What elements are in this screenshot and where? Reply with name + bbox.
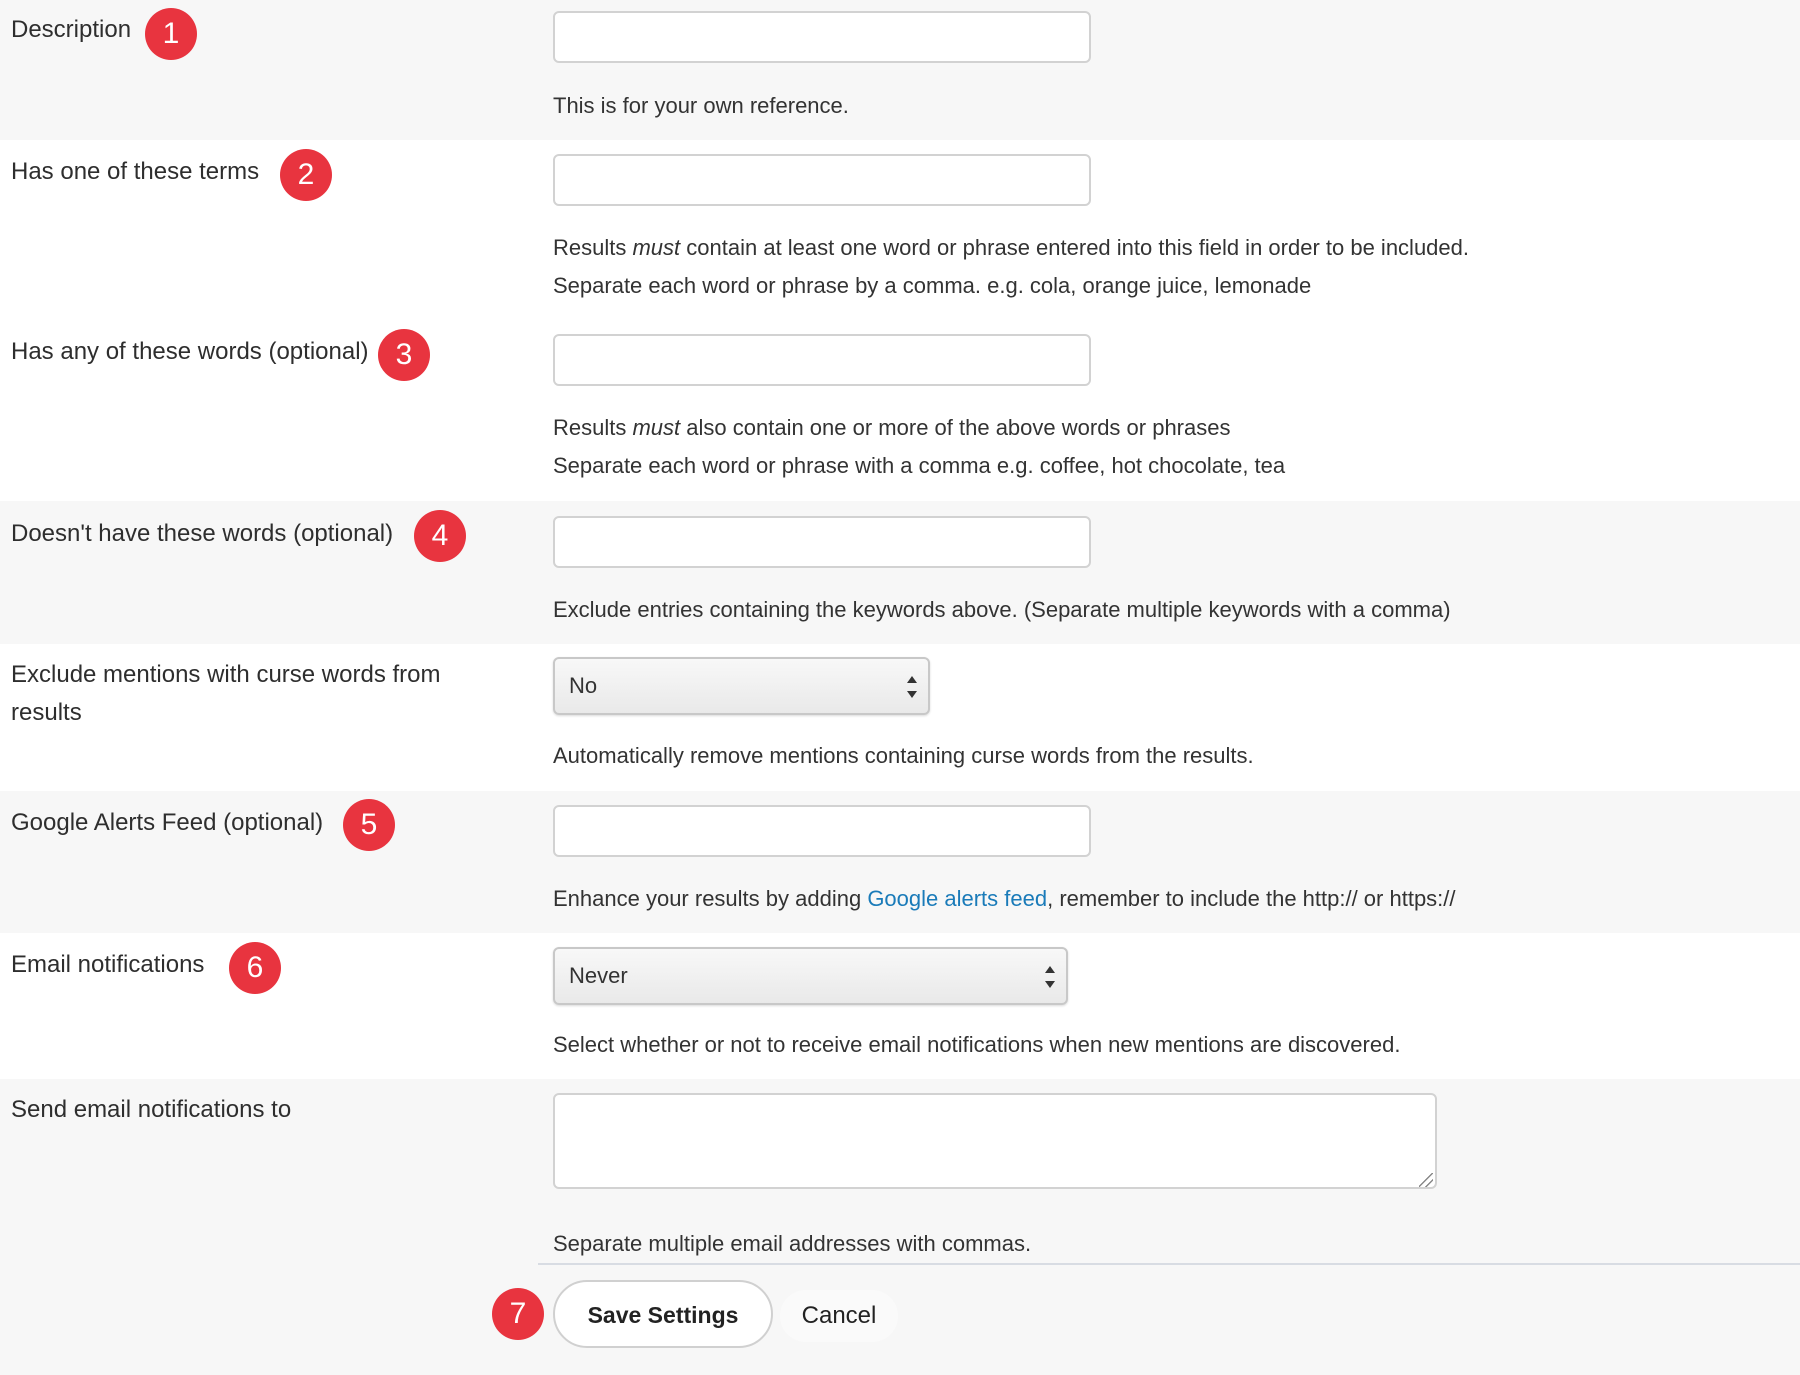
help-text: also contain one or more of the above wo… [680, 415, 1230, 440]
exclude-curse-select[interactable]: No [553, 657, 930, 715]
email-notifications-select[interactable]: Never [553, 947, 1068, 1005]
help-text: Results [553, 415, 632, 440]
actions-divider [538, 1263, 1800, 1265]
step-badge-1: 1 [145, 8, 197, 60]
has-any-words-input[interactable] [553, 334, 1091, 386]
description-label: Description [11, 11, 131, 49]
row-has-any-words: Has any of these words (optional) 3 Resu… [0, 319, 1800, 501]
google-alerts-feed-link[interactable]: Google alerts feed [867, 886, 1047, 911]
select-arrows-icon [906, 676, 918, 698]
email-notifications-selected: Never [569, 963, 628, 988]
row-has-one-of-terms: Has one of these terms 2 Results must co… [0, 140, 1800, 319]
row-doesnt-have-words: Doesn't have these words (optional) 4 Ex… [0, 501, 1800, 644]
row-google-alerts: Google Alerts Feed (optional) 5 Enhance … [0, 791, 1800, 933]
send-email-to-textarea[interactable] [553, 1093, 1437, 1189]
send-email-to-help: Separate multiple email addresses with c… [553, 1229, 1031, 1259]
send-email-to-label: Send email notifications to [11, 1091, 291, 1129]
exclude-curse-help: Automatically remove mentions containing… [553, 741, 1254, 771]
description-help: This is for your own reference. [553, 91, 849, 121]
cancel-button[interactable]: Cancel [780, 1290, 898, 1342]
has-one-of-terms-help-1: Results must contain at least one word o… [553, 233, 1469, 263]
step-badge-3: 3 [378, 329, 430, 381]
help-text: contain at least one word or phrase ente… [680, 235, 1469, 260]
has-any-words-help-2: Separate each word or phrase with a comm… [553, 451, 1285, 481]
doesnt-have-words-input[interactable] [553, 516, 1091, 568]
step-badge-7: 7 [492, 1288, 544, 1340]
has-one-of-terms-input[interactable] [553, 154, 1091, 206]
doesnt-have-words-label: Doesn't have these words (optional) [11, 515, 393, 553]
row-exclude-curse: Exclude mentions with curse words from r… [0, 644, 1800, 791]
save-settings-button[interactable]: Save Settings [553, 1280, 773, 1348]
has-one-of-terms-help-2: Separate each word or phrase by a comma.… [553, 271, 1311, 301]
google-alerts-label: Google Alerts Feed (optional) [11, 804, 323, 842]
step-badge-5: 5 [343, 799, 395, 851]
doesnt-have-words-help: Exclude entries containing the keywords … [553, 595, 1451, 625]
description-input[interactable] [553, 11, 1091, 63]
step-badge-2: 2 [280, 149, 332, 201]
help-text: Enhance your results by adding [553, 886, 867, 911]
google-alerts-input[interactable] [553, 805, 1091, 857]
help-text: , remember to include the http:// or htt… [1047, 886, 1455, 911]
help-emphasis: must [632, 235, 680, 260]
email-notifications-label: Email notifications [11, 946, 204, 984]
exclude-curse-selected: No [569, 673, 597, 698]
google-alerts-help: Enhance your results by adding Google al… [553, 884, 1456, 914]
exclude-curse-label: Exclude mentions with curse words from r… [11, 656, 481, 732]
help-emphasis: must [632, 415, 680, 440]
step-badge-6: 6 [229, 942, 281, 994]
has-any-words-label: Has any of these words (optional) [11, 333, 369, 371]
has-any-words-help-1: Results must also contain one or more of… [553, 413, 1230, 443]
step-badge-4: 4 [414, 510, 466, 562]
row-send-email-to: Send email notifications to Separate mul… [0, 1079, 1800, 1375]
row-description: Description 1 This is for your own refer… [0, 0, 1800, 140]
select-arrows-icon [1044, 966, 1056, 988]
row-email-notifications: Email notifications 6 Never Select wheth… [0, 933, 1800, 1079]
resize-grip-icon[interactable] [1419, 1173, 1433, 1187]
help-text: Results [553, 235, 632, 260]
email-notifications-help: Select whether or not to receive email n… [553, 1030, 1400, 1060]
has-one-of-terms-label: Has one of these terms [11, 153, 259, 191]
